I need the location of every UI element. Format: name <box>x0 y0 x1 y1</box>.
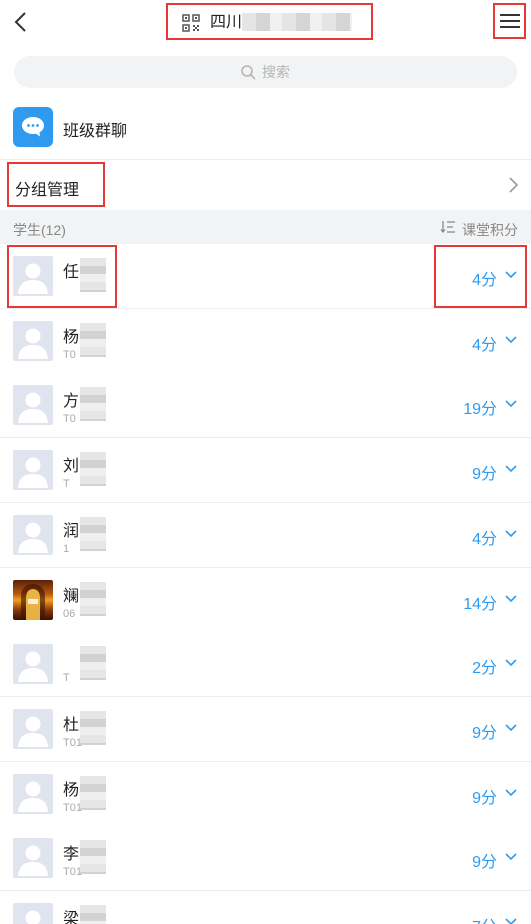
student-name: 杨 <box>63 782 80 799</box>
student-name: 润 <box>63 523 80 540</box>
redacted-mask <box>80 776 106 810</box>
sort-by-score-button[interactable]: 课堂积分 <box>462 220 518 240</box>
group-management-item[interactable]: 分组管理 <box>0 160 531 210</box>
top-nav-bar: 四川 <box>0 0 531 45</box>
score-dropdown[interactable]: 2分 <box>472 654 497 678</box>
student-highlight <box>7 245 117 308</box>
chevron-down-icon[interactable] <box>505 595 517 603</box>
redacted-mask <box>80 646 106 680</box>
student-id: T0 <box>63 349 76 361</box>
score-highlight <box>434 245 527 308</box>
avatar <box>13 515 53 555</box>
chevron-down-icon[interactable] <box>505 659 517 667</box>
chevron-down-icon[interactable] <box>505 918 517 924</box>
search-input[interactable]: 搜索 <box>14 56 517 88</box>
student-name: 李 <box>63 846 80 863</box>
redacted-mask <box>80 452 106 486</box>
avatar <box>13 838 53 878</box>
students-section-header: 学生(12) 课堂积分 <box>0 210 531 244</box>
qr-code-icon[interactable] <box>182 14 200 32</box>
student-name: 方 <box>63 393 80 410</box>
student-row[interactable]: 杨 T0 4分 <box>0 309 531 374</box>
chat-bubble-icon <box>13 107 53 147</box>
redacted-mask <box>80 582 106 616</box>
score-dropdown[interactable]: 19分 <box>463 395 497 419</box>
redacted-mask <box>80 905 106 924</box>
redacted-mask <box>80 387 106 421</box>
redacted-mask <box>80 517 106 551</box>
students-count-label: 学生(12) <box>13 222 66 238</box>
student-row[interactable]: T 2分 <box>0 632 531 697</box>
redacted-mask <box>80 323 106 357</box>
search-placeholder: 搜索 <box>262 64 290 80</box>
group-chat-label: 班级群聊 <box>63 123 128 140</box>
avatar <box>13 450 53 490</box>
avatar <box>13 903 53 924</box>
student-name: 刘 <box>63 458 80 475</box>
avatar <box>13 774 53 814</box>
chevron-down-icon[interactable] <box>505 530 517 538</box>
avatar <box>13 644 53 684</box>
group-management-highlight: 分组管理 <box>7 162 105 207</box>
score-dropdown[interactable]: 9分 <box>472 784 497 808</box>
student-name: 梁 <box>63 911 80 924</box>
avatar <box>13 709 53 749</box>
avatar <box>13 385 53 425</box>
student-name: 斓 <box>63 588 80 605</box>
chevron-down-icon[interactable] <box>505 465 517 473</box>
student-row[interactable]: 方 T0 19分 <box>0 373 531 438</box>
menu-button[interactable] <box>493 3 526 39</box>
chevron-down-icon[interactable] <box>505 724 517 732</box>
score-dropdown[interactable]: 9分 <box>472 848 497 872</box>
redacted-mask <box>80 711 106 745</box>
student-row[interactable]: 斓 06 14分 <box>0 568 531 633</box>
chevron-down-icon[interactable] <box>505 789 517 797</box>
student-id: 06 <box>63 608 76 620</box>
class-title: 四川 <box>210 14 243 31</box>
group-management-label: 分组管理 <box>15 182 80 199</box>
student-id: T <box>63 672 70 684</box>
score-dropdown[interactable]: 14分 <box>463 590 497 614</box>
chevron-right-icon <box>509 177 519 193</box>
student-row[interactable]: 刘 T 9分 <box>0 438 531 503</box>
score-dropdown[interactable]: 9分 <box>472 460 497 484</box>
search-icon <box>241 65 256 80</box>
student-id: 1 <box>63 543 70 555</box>
class-title-button[interactable]: 四川 <box>166 3 373 40</box>
student-row[interactable]: 杜 T01 9分 <box>0 697 531 762</box>
score-dropdown[interactable]: 4分 <box>472 331 497 355</box>
hamburger-menu-icon[interactable] <box>500 12 520 30</box>
avatar <box>13 321 53 361</box>
chevron-left-icon[interactable] <box>10 10 34 34</box>
search-area: 搜索 <box>0 45 531 100</box>
group-chat-item[interactable]: 班级群聊 <box>0 100 531 160</box>
chevron-down-icon[interactable] <box>505 853 517 861</box>
sort-icon[interactable] <box>440 220 456 234</box>
chevron-down-icon[interactable] <box>505 400 517 408</box>
student-row[interactable]: 梁 7分 <box>0 891 531 924</box>
student-row[interactable]: 杨 T01 9分 <box>0 762 531 827</box>
student-row[interactable]: 李 T01 9分 <box>0 826 531 891</box>
student-name: 杜 <box>63 717 80 734</box>
student-name: 杨 <box>63 329 80 346</box>
chevron-down-icon[interactable] <box>505 336 517 344</box>
score-dropdown[interactable]: 9分 <box>472 719 497 743</box>
redacted-mask <box>242 13 352 31</box>
student-row[interactable]: 润 1 4分 <box>0 503 531 568</box>
student-id: T0 <box>63 413 76 425</box>
score-dropdown[interactable]: 7分 <box>472 913 497 924</box>
student-row[interactable]: 任 4分 <box>0 244 531 309</box>
redacted-mask <box>80 840 106 874</box>
student-id: T <box>63 478 70 490</box>
avatar <box>13 580 53 620</box>
score-dropdown[interactable]: 4分 <box>472 525 497 549</box>
